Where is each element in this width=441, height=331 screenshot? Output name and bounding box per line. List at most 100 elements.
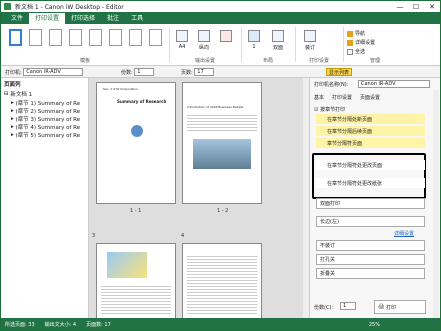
option-new-page[interactable]: 在章节分隔处新页面 [316,114,425,124]
menu-tools[interactable]: 工具 [125,13,149,24]
option-continue[interactable]: 在章节分隔后续页面 [316,126,425,136]
print-button[interactable]: 🖨 打印 [374,300,426,314]
pages-label: 页数: [181,69,193,76]
copies-input-right[interactable]: 1 [340,302,356,310]
text-block [101,284,171,314]
paper-size-button[interactable]: A4 [173,30,191,58]
nostaple-select[interactable]: 不装订 [316,240,425,251]
detail-settings-link[interactable]: 详细设置 [394,230,414,237]
page-1-label: 1 - 1 [130,208,142,214]
copies-button[interactable]: 1 [245,30,263,58]
copies-label-right: 份数(C): [314,305,334,311]
page-1[interactable]: Sec. 1 XYZ Corporation Summary of Resear… [96,82,176,204]
print-group: 装订 打印设置 [297,26,341,64]
tab-print-settings[interactable]: 打印设置 [332,94,352,101]
tree-item[interactable]: ▸ (章节 3) Summary of Re [11,115,80,123]
output-group: A4 纵向 输出设置 [171,26,239,64]
printer-select[interactable]: Canon iR-ADV [23,68,84,76]
tab-basic[interactable]: 基本 [314,94,324,101]
chapter-print-toggle[interactable]: ☑ 按章节打印 [314,106,345,113]
option-nav[interactable]: 导航 [347,30,365,37]
tree-item[interactable]: ▸ (章节 2) Summary of Re [11,107,80,115]
page-4[interactable] [182,243,262,319]
window-title: 新文档 1 - Canon iW Desktop - Editor [15,4,124,11]
pages-icon [248,30,260,42]
status-pages: 所选页面: 33 [5,322,35,328]
template-thumb-4[interactable] [69,29,82,46]
text-block [187,254,257,314]
print-group-label: 打印设置 [308,58,329,64]
template-thumb-1[interactable] [9,29,22,46]
app-icon [4,3,11,10]
page-3-label: 3 [92,233,96,239]
page-tree-header: 页面列 [4,82,21,88]
page-3[interactable] [96,243,176,319]
duplex-icon [272,30,284,42]
map-image [107,252,147,278]
orientation-button[interactable]: 纵向 [195,30,213,58]
pages-input[interactable]: 17 [194,68,215,76]
option-change-paper[interactable]: 在章节分隔符处更改纸张 [316,178,425,188]
menu-file[interactable]: 文件 [5,13,29,24]
color-button[interactable] [217,30,235,58]
template-thumb-3[interactable] [49,29,62,46]
duplex-button[interactable]: 双面 [269,30,287,58]
ribbon: 模板 A4 纵向 输出设置 1 双面 布局 装订 打印设置 导航 详细设置 全选… [1,24,440,66]
template-thumb-5[interactable] [89,29,102,46]
menu-annotation[interactable]: 批注 [101,13,125,24]
option-detail[interactable]: 详细设置 [347,39,375,46]
option-change-page[interactable]: 在章节分隔符处更改页面 [316,160,425,170]
page-4-label: 4 [181,233,185,239]
text-block [187,113,257,133]
printer-name-select[interactable]: Canon iR-ADV [358,80,430,88]
settings-scrollbar[interactable] [433,90,439,318]
page-2-label: 1 - 2 [217,208,229,214]
nav-icon [347,30,353,37]
template-thumb-6[interactable] [109,29,122,46]
copies-input[interactable]: 1 [134,68,155,76]
staple-button[interactable]: 装订 [301,30,319,58]
close-button[interactable]: ✕ [424,1,440,12]
layout-group-label: 布局 [262,58,273,64]
detail-icon [347,39,353,46]
tree-item[interactable]: ▸ (章节 4) Summary of Re [11,123,80,131]
arrange-group-label: 管理 [369,58,380,64]
fold-select[interactable]: 折叠关 [316,268,425,279]
page-2[interactable]: Introduction of 2009 Business Details [182,82,262,204]
punch-select[interactable]: 打孔关 [316,254,425,265]
output-group-label: 输出设置 [194,58,215,64]
layout-group: 1 双面 布局 [243,26,293,64]
checkbox-icon [347,48,353,55]
printer-label: 打印机: [5,69,22,76]
paper-icon [176,30,188,42]
staple-select[interactable]: 长边(左) [316,216,425,227]
page1-header: Sec. 1 XYZ Corporation [103,87,138,91]
maximize-button[interactable]: ☐ [408,1,424,12]
option-all[interactable]: 全选 [347,48,365,55]
template-group-label: 模板 [79,58,90,64]
template-thumb-2[interactable] [29,29,42,46]
display-list-button[interactable]: 显示列表 [326,68,353,76]
tab-page-settings[interactable]: 页面设置 [360,94,380,101]
duplex-select[interactable]: 双面打印 [316,198,425,209]
page-tree-pane: 页面列 ⊟ 新文档 1 ▸ (章节 1) Summary of Re ▸ (章节… [1,78,89,318]
logo-icon [131,125,143,137]
menu-print-select[interactable]: 打印选择 [65,13,101,24]
menu-print-settings[interactable]: 打印设置 [29,13,66,24]
template-group: 模板 [5,26,165,64]
option-divider[interactable]: 章节分隔符页面 [316,138,425,148]
tree-root[interactable]: ⊟ 新文档 1 [4,90,32,98]
status-bar: 所选页面: 33 输出文大小: 4 页面数: 17 25% [1,318,440,330]
template-thumb-8[interactable] [149,29,162,46]
settings-pane: 打印机名称(N): Canon iR-ADV 基本 打印设置 页面设置 ☑ 按章… [309,78,440,318]
zoom-value[interactable]: 25% [369,322,380,328]
minimize-button[interactable]: — [392,1,408,12]
tree-item[interactable]: ▸ (章节 5) Summary of Re [11,131,80,139]
staple-icon [304,30,316,42]
arrange-group: 导航 详细设置 全选 管理 [345,26,405,64]
template-thumb-7[interactable] [129,29,142,46]
printer-name-label: 打印机名称(N): [314,82,349,88]
status-total: 页面数: 17 [86,322,111,328]
tree-item[interactable]: ▸ (章节 1) Summary of Re [11,99,80,107]
orientation-icon [198,30,210,42]
